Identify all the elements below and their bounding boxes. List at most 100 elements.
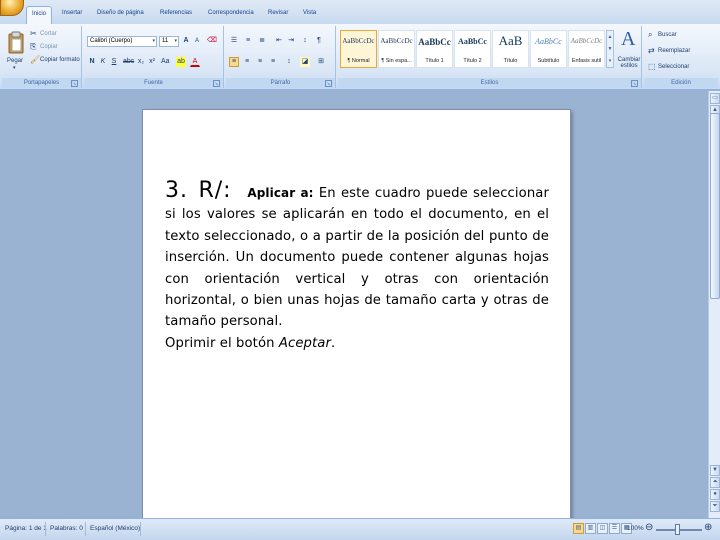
- align-right-icon[interactable]: ≡: [255, 57, 265, 67]
- style-heading-1[interactable]: AaBbCc Título 1: [416, 30, 453, 68]
- italic-icon[interactable]: K: [98, 57, 108, 67]
- style-preview: AaBbCc: [535, 37, 562, 46]
- bold-icon[interactable]: N: [87, 57, 97, 67]
- scroll-down-icon[interactable]: ▼: [710, 465, 720, 476]
- item-number: 3.: [165, 178, 188, 203]
- dialog-launcher-icon[interactable]: ↘: [631, 80, 638, 87]
- style-heading-2[interactable]: AaBbCc Título 2: [454, 30, 491, 68]
- select-icon: ⬚: [648, 62, 656, 71]
- increase-indent-icon[interactable]: ⇥: [286, 36, 296, 46]
- style-preview: AaB: [498, 33, 523, 48]
- subscript-icon[interactable]: x₂: [136, 57, 146, 67]
- highlight-icon[interactable]: ab: [176, 57, 186, 67]
- multilevel-list-icon[interactable]: ≣: [257, 36, 267, 46]
- styles-group: AaBbCcDc ¶ Normal AaBbCcDc ¶ Sin espa...…: [338, 26, 642, 88]
- clipboard-group-label: Portapapeles: [2, 78, 81, 88]
- tab-insertar[interactable]: Insertar: [62, 10, 82, 16]
- replace-button[interactable]: Reemplazar: [658, 48, 690, 54]
- paragraph-group: ☰ ≡ ≣ ⇤ ⇥ ↕ ¶ ≡ ≡ ≡ ≡ ↕ ◪ ⊞ Párrafo ↘: [226, 26, 336, 88]
- ruler-toggle-icon[interactable]: ▭: [710, 93, 720, 104]
- style-normal[interactable]: AaBbCcDc ¶ Normal: [340, 30, 377, 68]
- full-screen-reading-icon[interactable]: ▥: [585, 523, 596, 534]
- gallery-scroll[interactable]: ▲ ▼ ▾: [606, 30, 614, 68]
- style-title[interactable]: AaB Título: [492, 30, 529, 68]
- document-area: 3. R/: Aplicar a: En este cuadro puede s…: [0, 91, 708, 529]
- document-page[interactable]: 3. R/: Aplicar a: En este cuadro puede s…: [142, 109, 571, 529]
- style-subtitle[interactable]: AaBbCc Subtítulo: [530, 30, 567, 68]
- word-count[interactable]: Palabras: 0: [50, 525, 83, 532]
- previous-page-icon[interactable]: ⏶: [710, 477, 720, 488]
- last-line-prefix: Oprimir el botón: [165, 335, 279, 351]
- superscript-icon[interactable]: x²: [147, 57, 157, 67]
- style-subtle-emphasis[interactable]: AaBbCcDc Énfasis sutil: [568, 30, 605, 68]
- office-button[interactable]: [0, 0, 24, 16]
- copy-button[interactable]: Copiar: [40, 44, 58, 50]
- cut-button[interactable]: Cortar: [40, 31, 57, 37]
- zoom-out-icon[interactable]: ⊖: [645, 522, 653, 533]
- style-preview: AaBbCcDc: [380, 37, 413, 45]
- font-color-icon[interactable]: A: [190, 57, 200, 67]
- strikethrough-icon[interactable]: abc: [122, 57, 134, 67]
- show-marks-icon[interactable]: ¶: [314, 36, 324, 46]
- align-left-icon[interactable]: ≡: [229, 57, 239, 67]
- grow-font-icon[interactable]: A: [181, 36, 191, 46]
- style-name: Título: [503, 58, 518, 64]
- document-body[interactable]: 3. R/: Aplicar a: En este cuadro puede s…: [165, 180, 549, 354]
- print-layout-icon[interactable]: ▤: [573, 523, 584, 534]
- paste-button[interactable]: Pegar ▾: [5, 28, 27, 74]
- clear-format-icon[interactable]: ⌫: [206, 36, 217, 46]
- answer-marker: R/:: [198, 178, 232, 203]
- scroll-thumb[interactable]: [710, 113, 720, 299]
- select-button[interactable]: Seleccionar: [658, 64, 689, 70]
- dialog-launcher-icon[interactable]: ↘: [71, 80, 78, 87]
- styles-group-label: Estilos: [338, 78, 641, 88]
- font-name-select[interactable]: Calibri (Cuerpo) ▾: [87, 36, 157, 47]
- shading-icon[interactable]: ◪: [300, 57, 310, 67]
- dialog-launcher-icon[interactable]: ↘: [213, 80, 220, 87]
- ribbon: Pegar ▾ ✂ Cortar ⎘ Copiar 🖌 Copiar forma…: [0, 24, 720, 90]
- numbering-icon[interactable]: ≡: [243, 36, 253, 46]
- tab-vista[interactable]: Vista: [303, 10, 316, 16]
- tab-referencias[interactable]: Referencias: [160, 10, 192, 16]
- status-divider: [85, 522, 86, 536]
- find-button[interactable]: Buscar: [658, 32, 677, 38]
- browse-object-icon[interactable]: ●: [710, 489, 720, 500]
- language-status[interactable]: Español (México): [90, 525, 140, 532]
- change-case-icon[interactable]: Aa: [160, 57, 170, 67]
- chevron-up-icon: ▲: [607, 34, 613, 40]
- outline-icon[interactable]: ☰: [609, 523, 620, 534]
- zoom-in-icon[interactable]: ⊕: [704, 522, 712, 533]
- zoom-level[interactable]: 100%: [627, 525, 644, 532]
- decrease-indent-icon[interactable]: ⇤: [274, 36, 284, 46]
- tab-revisar[interactable]: Revisar: [268, 10, 288, 16]
- web-layout-icon[interactable]: ◫: [597, 523, 608, 534]
- clipboard-group: Pegar ▾ ✂ Cortar ⎘ Copiar 🖌 Copiar forma…: [2, 26, 82, 88]
- line-spacing-icon[interactable]: ↕: [284, 57, 294, 67]
- copy-icon: ⎘: [30, 42, 37, 51]
- scissors-icon: ✂: [30, 29, 37, 38]
- tab-correspondencia[interactable]: Correspondencia: [208, 10, 254, 16]
- font-group-label: Fuente: [84, 78, 223, 88]
- format-painter-button[interactable]: Copiar formato: [40, 57, 80, 63]
- tab-inicio[interactable]: Inicio: [26, 6, 53, 24]
- change-styles-button[interactable]: A Cambiar estilos: [616, 28, 642, 76]
- justify-icon[interactable]: ≡: [268, 57, 278, 67]
- dialog-launcher-icon[interactable]: ↘: [325, 80, 332, 87]
- underline-icon[interactable]: S: [109, 57, 119, 67]
- bullets-icon[interactable]: ☰: [229, 36, 239, 46]
- sort-icon[interactable]: ↕: [300, 36, 310, 46]
- shrink-font-icon[interactable]: A: [192, 36, 202, 46]
- zoom-slider-thumb[interactable]: [675, 524, 680, 535]
- page-count[interactable]: Página: 1 de 1: [5, 525, 47, 532]
- borders-icon[interactable]: ⊞: [316, 57, 326, 67]
- vertical-scrollbar[interactable]: ▭ ▲ ▼ ⏶ ● ⏷: [708, 91, 720, 518]
- next-page-icon[interactable]: ⏷: [710, 501, 720, 512]
- tab-diseno-pagina[interactable]: Diseño de página: [97, 10, 144, 16]
- style-no-spacing[interactable]: AaBbCcDc ¶ Sin espa...: [378, 30, 415, 68]
- font-size-value: 11: [162, 38, 169, 44]
- align-center-icon[interactable]: ≡: [242, 57, 252, 67]
- status-bar: Página: 1 de 1 Palabras: 0 Español (Méxi…: [0, 518, 720, 540]
- style-preview: AaBbCcDc: [570, 37, 603, 45]
- font-size-select[interactable]: 11 ▾: [159, 36, 179, 47]
- style-name: ¶ Sin espa...: [381, 58, 412, 64]
